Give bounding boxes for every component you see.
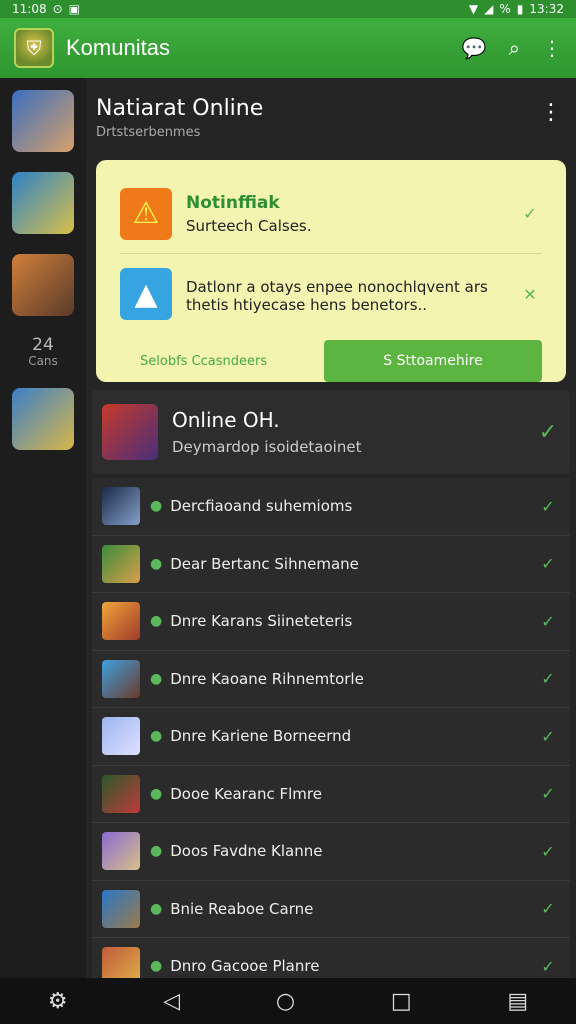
notif-title: Notinffiak [186,192,280,213]
check-icon[interactable]: ✓ [536,727,560,746]
sync-icon: ⊙ [52,2,63,16]
header-title: Natiarat Online [96,96,264,121]
status-dot-icon: ● [150,900,163,917]
list-item-label: Doos Favdne Klanne [170,842,323,861]
count-value: 24 [32,335,54,355]
online-avatar [102,404,158,460]
check-icon[interactable]: ✓ [536,554,560,573]
check-icon[interactable]: ✓ [536,899,560,918]
notif-body: Surteech Calses. [186,216,312,235]
member-list: ● Dercfiaoand suhemioms ✓ ● Dear Bertanc Si… [92,478,570,996]
list-item-label: Dear Bertanc Sihnemane [170,554,359,573]
list-item-label: Dercfiaoand suhemioms [170,497,353,516]
check-icon[interactable]: ✓ [536,784,560,803]
sidebar: 24 Cans [0,78,86,978]
chat-header: Natiarat Online Drtstserbenmes ⋮ [86,78,576,154]
home-icon[interactable]: ○ [276,989,295,1014]
status-time: 11:08 [12,2,47,16]
avatar [102,774,140,813]
notification-row-1[interactable]: ⚠ Notinffiak Surteech Calses. ✓ [120,174,542,254]
count-label: Cans [28,353,58,368]
avatar [102,889,140,928]
list-item[interactable]: ● Dnre Karans Siineteteris ✓ [92,593,570,651]
battery-icon: ▮ [516,2,524,16]
list-item[interactable]: ● Dooe Kearanc Flmre ✓ [92,766,570,823]
list-item-label: Dnre Kariene Borneernd [170,727,352,746]
battery-label: % [499,2,511,16]
list-item[interactable]: ● Doos Favdne Klanne ✓ [92,823,570,881]
status-dot-icon: ● [150,843,163,860]
sidebar-avatar-3[interactable] [12,254,74,316]
list-item-label: Dnre Kaoane Rihnemtorle [170,669,364,688]
avatar [102,602,140,641]
check-icon[interactable]: ✓ [536,420,560,445]
list-item-label: Dnre Karans Siineteteris [170,612,353,631]
check-icon[interactable]: ✓ [536,842,560,861]
wifi-icon: ▼ [468,2,479,16]
avatar [102,544,140,583]
check-icon[interactable]: ✓ [536,957,560,976]
list-item[interactable]: ● Bnie Reaboe Carne ✓ [92,881,570,938]
check-icon[interactable]: ✓ [536,612,560,631]
status-dot-icon: ● [150,670,163,687]
list-item-label: Dnro Gacooe Planre [170,957,320,976]
search-icon[interactable]: ⌕ [509,36,520,60]
list-item-label: Dooe Kearanc Flmre [170,784,322,803]
status-dot-icon: ● [150,613,163,630]
status-dot-icon: ● [150,785,163,802]
list-item[interactable]: ● Dear Bertanc Sihnemane ✓ [92,536,570,593]
flag-icon: ▣ [68,2,80,16]
main-panel: Natiarat Online Drtstserbenmes ⋮ ⚠ Notin… [86,78,576,996]
online-title: Online OH. [172,408,280,432]
header-subtitle: Drtstserbenmes [96,125,201,140]
signal-icon: ◢ [484,2,494,16]
more-vert-icon[interactable]: ⋮ [542,36,562,60]
sidebar-avatar-2[interactable] [12,172,74,234]
status-dot-icon: ● [150,728,163,745]
recents-icon[interactable]: □ [391,989,412,1014]
status-dot-icon: ● [150,555,163,572]
check-icon[interactable]: ✓ [536,669,560,688]
check-icon[interactable]: ✓ [536,497,560,516]
avatar [102,717,140,756]
sidebar-avatar-4[interactable] [12,387,74,450]
close-icon[interactable]: ✕ [518,285,542,304]
list-item-label: Bnie Reaboe Carne [170,899,314,918]
chat-icon[interactable]: 💬 [462,36,487,60]
check-icon[interactable]: ✓ [518,204,542,223]
app-logo-icon: ⛨ [14,28,54,68]
system-nav-bar: ⚙ ◁ ○ □ ▤ [0,978,576,1024]
online-card[interactable]: Online OH. Deymardop isoidetaoinet ✓ [92,390,570,474]
settings-icon[interactable]: ⚙ [48,989,68,1014]
online-subtitle: Deymardop isoidetaoinet [172,438,362,456]
status-dot-icon: ● [150,498,163,515]
status-clock: 13:32 [529,2,564,16]
app-title: Komunitas [66,35,170,60]
feedback-icon[interactable]: ▤ [507,989,528,1014]
avatar [102,487,140,526]
notif-body: Datlonr a otays enpee nonochlqvent ars t… [186,278,488,314]
back-icon[interactable]: ◁ [163,989,180,1014]
secondary-button[interactable]: Selobfs Ccasndeers [120,354,324,369]
list-item[interactable]: ● Dercfiaoand suhemioms ✓ [92,478,570,536]
sidebar-avatar-1[interactable] [12,90,74,152]
status-dot-icon: ● [150,958,163,975]
notification-card: ⚠ Notinffiak Surteech Calses. ✓ ▲ Datlon… [96,160,566,382]
app-bar: ⛨ Komunitas 💬 ⌕ ⋮ [0,18,576,78]
notification-row-2[interactable]: ▲ Datlonr a otays enpee nonochlqvent ars… [120,254,542,334]
avatar [102,832,140,871]
status-bar: 11:08 ⊙ ▣ ▼ ◢ % ▮ 13:32 [0,0,576,18]
list-item[interactable]: ● Dnre Kaoane Rihnemtorle ✓ [92,651,570,708]
avatar [102,659,140,698]
header-more-icon[interactable]: ⋮ [540,100,562,125]
triangle-icon: ▲ [120,268,172,320]
warning-icon: ⚠ [120,187,172,240]
list-item[interactable]: ● Dnre Kariene Borneernd ✓ [92,708,570,766]
primary-button[interactable]: S Sttoamehire [324,340,542,382]
sidebar-count: 24 Cans [28,336,58,368]
